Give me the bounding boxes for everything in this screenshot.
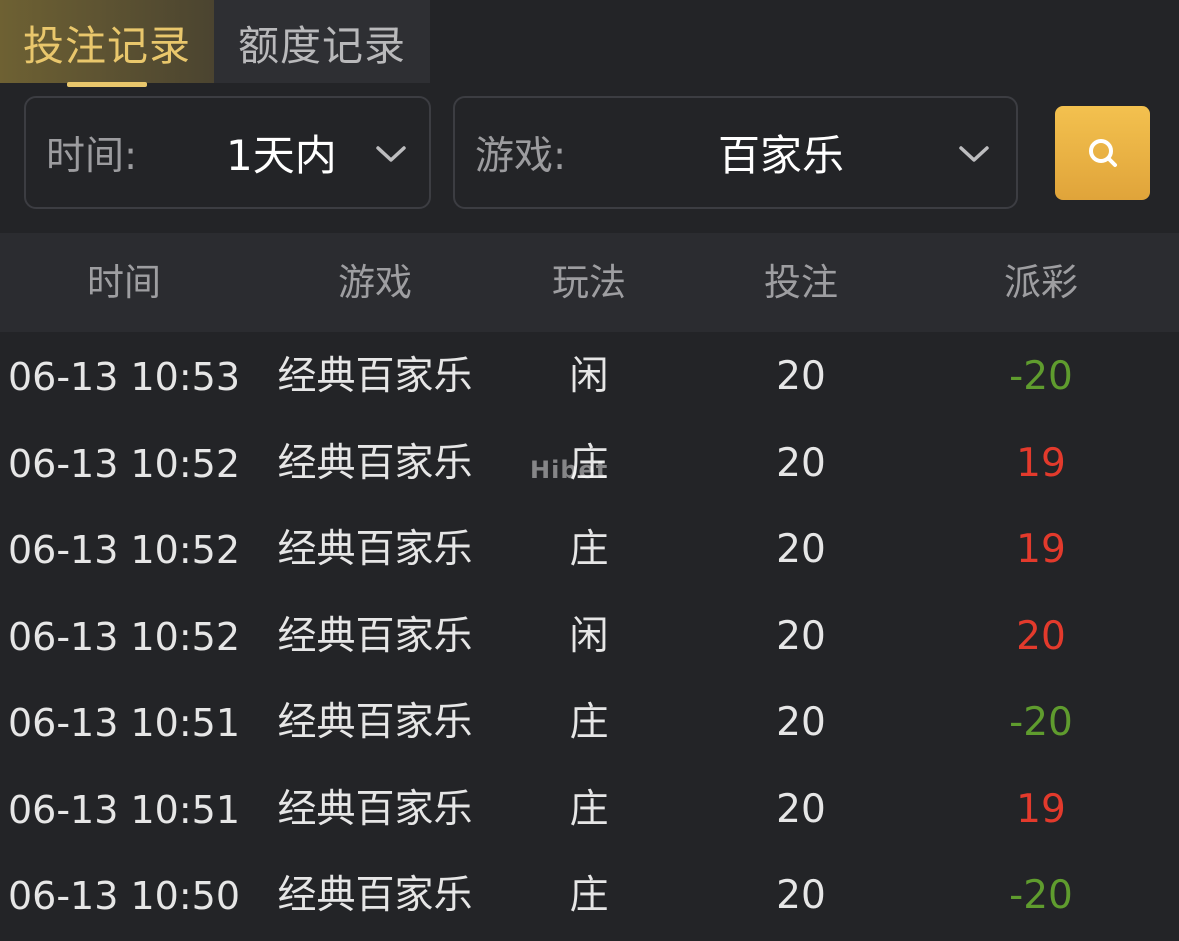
- row-payout: -20: [1009, 700, 1073, 745]
- header-bet: 投注: [764, 261, 838, 304]
- search-icon: [1088, 139, 1117, 167]
- row-play-type: 庄: [569, 873, 609, 918]
- header-game: 游戏: [338, 261, 412, 304]
- search-button[interactable]: [1055, 106, 1150, 200]
- row-game: 经典百家乐: [277, 527, 473, 572]
- game-filter-select[interactable]: 游戏: 百家乐: [453, 96, 1018, 209]
- table-row[interactable]: 06-13 10:51 经典百家乐 庄 20 19: [0, 765, 1179, 852]
- record-tabs: 投注记录 额度记录: [0, 0, 430, 87]
- row-time: 06-13 10:50: [7, 874, 240, 918]
- table-row[interactable]: 06-13 10:53 经典百家乐 闲 20 -20: [0, 332, 1179, 419]
- row-time: 06-13 10:53: [7, 355, 240, 399]
- row-payout: 20: [1016, 613, 1066, 659]
- row-time: 06-13 10:51: [7, 787, 240, 832]
- row-time: 06-13 10:51: [7, 701, 240, 745]
- chevron-down-icon: [959, 146, 989, 162]
- row-play-type: 庄: [569, 786, 609, 832]
- table-row[interactable]: 06-13 10:52 经典百家乐 庄 20 19: [0, 505, 1179, 592]
- row-game: 经典百家乐: [277, 786, 473, 832]
- table-header: 时间 游戏 玩法 投注 派彩: [0, 233, 1179, 332]
- row-time: 06-13 10:52: [7, 528, 240, 572]
- tab-credit-records-label: 额度记录: [238, 21, 406, 70]
- time-filter-value: 1天内: [226, 131, 337, 180]
- row-payout: 19: [1016, 786, 1066, 832]
- row-play-type: 闲: [569, 354, 609, 399]
- game-filter-label: 游戏:: [475, 133, 567, 179]
- tab-bet-records-label: 投注记录: [23, 21, 191, 70]
- row-payout: 19: [1016, 440, 1066, 486]
- row-time: 06-13 10:52: [7, 441, 240, 486]
- header-play-type: 玩法: [552, 261, 626, 304]
- row-game: 经典百家乐: [277, 354, 473, 399]
- row-bet: 20: [776, 354, 826, 399]
- table-row[interactable]: 06-13 10:50 经典百家乐 庄 20 -20: [0, 851, 1179, 938]
- row-game: 经典百家乐: [277, 700, 473, 745]
- row-payout: 19: [1016, 527, 1066, 572]
- row-bet: 20: [776, 700, 826, 745]
- row-play-type: 庄: [569, 527, 609, 572]
- chevron-down-icon: [376, 146, 406, 162]
- row-game: 经典百家乐: [277, 440, 473, 486]
- row-bet: 20: [776, 527, 826, 572]
- row-game: 经典百家乐: [277, 613, 473, 659]
- table-row[interactable]: 06-13 10:52 经典百家乐 闲 20 20: [0, 592, 1179, 679]
- row-payout: -20: [1009, 354, 1073, 399]
- row-time: 06-13 10:52: [7, 614, 240, 659]
- row-game: 经典百家乐: [277, 873, 473, 918]
- header-time: 时间: [87, 261, 161, 304]
- time-filter-label: 时间:: [46, 133, 138, 179]
- row-bet: 20: [776, 613, 826, 659]
- row-play-type: 庄: [569, 700, 609, 745]
- header-payout: 派彩: [1004, 261, 1078, 304]
- row-bet: 20: [776, 873, 826, 918]
- row-payout: -20: [1009, 873, 1073, 918]
- tab-bet-records[interactable]: 投注记录: [0, 0, 214, 87]
- row-play-type: 闲: [569, 613, 609, 659]
- row-bet: 20: [776, 440, 826, 486]
- watermark: Hibet: [530, 456, 609, 484]
- game-filter-value: 百家乐: [718, 131, 845, 180]
- time-filter-select[interactable]: 时间: 1天内: [24, 96, 431, 209]
- active-tab-indicator: [67, 82, 147, 87]
- table-row[interactable]: 06-13 10:51 经典百家乐 庄 20 -20: [0, 678, 1179, 765]
- row-bet: 20: [776, 786, 826, 832]
- tab-credit-records[interactable]: 额度记录: [214, 0, 430, 83]
- bet-records-list: 06-13 10:53 经典百家乐 闲 20 -20 06-13 10:52 经…: [0, 332, 1179, 938]
